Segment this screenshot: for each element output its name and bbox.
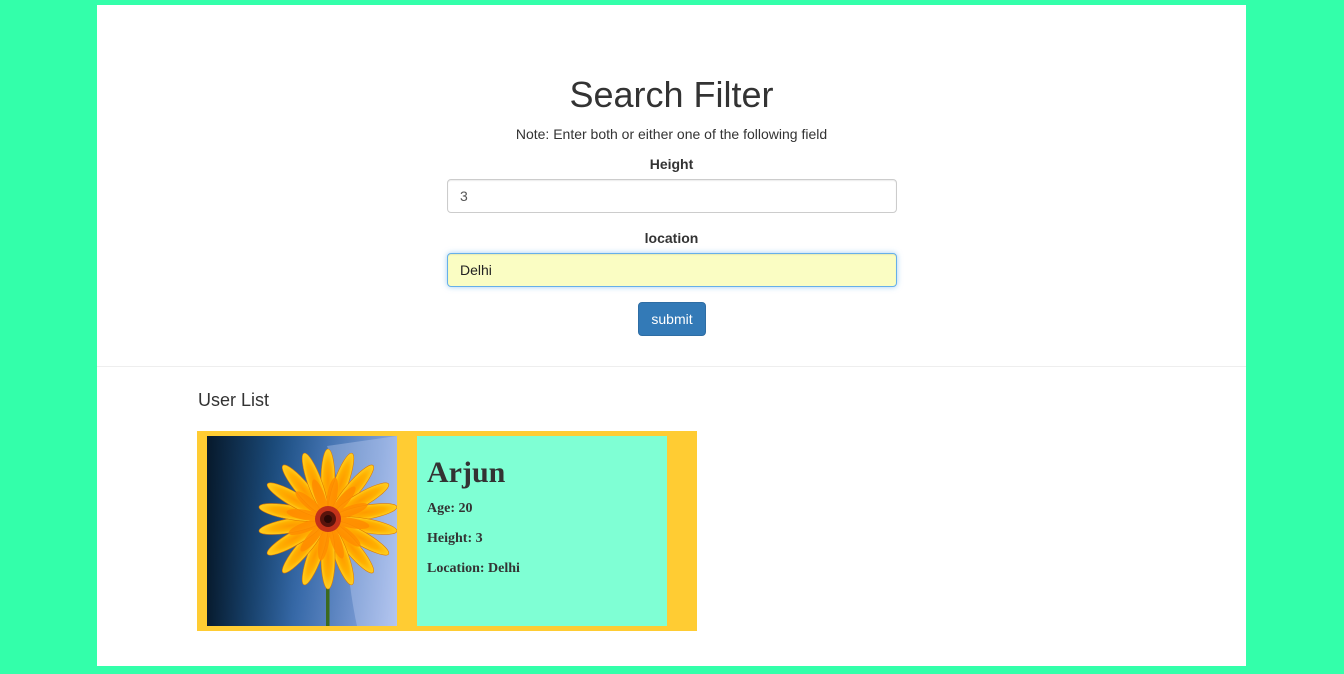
user-list-heading: User List: [198, 390, 270, 410]
page-title: Search Filter: [569, 74, 774, 115]
search-note: Note: Enter both or either one of the fo…: [515, 126, 828, 142]
user-location: Location: Delhi: [427, 561, 520, 576]
search-filter-section: Search Filter Note: Enter both or either…: [97, 5, 1246, 367]
user-height: Height: 3: [427, 531, 483, 546]
submit-button[interactable]: submit: [638, 302, 706, 336]
flower-icon: [207, 436, 397, 626]
user-age: Age: 20: [427, 501, 473, 516]
user-info-panel: Arjun Age: 20 Height: 3 Location: Delhi: [417, 436, 667, 626]
height-input[interactable]: [447, 179, 897, 213]
location-input[interactable]: [447, 253, 897, 287]
user-photo-flower-image: [207, 436, 397, 626]
height-label: Height: [649, 156, 694, 172]
user-card: Arjun Age: 20 Height: 3 Location: Delhi: [197, 431, 697, 631]
page-container: Search Filter Note: Enter both or either…: [97, 5, 1246, 666]
location-label: location: [644, 230, 699, 246]
user-name: Arjun: [427, 456, 506, 489]
